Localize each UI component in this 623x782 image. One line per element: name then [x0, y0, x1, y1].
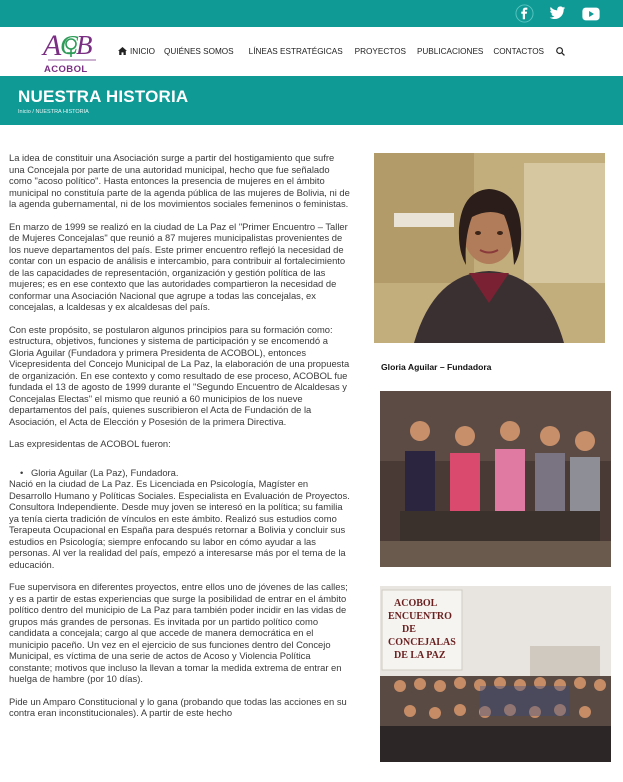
photo-caption: Gloria Aguilar – Fundadora	[381, 362, 492, 372]
facebook-icon[interactable]	[513, 2, 536, 25]
article-paragraph: En marzo de 1999 se realizó en la ciudad…	[9, 220, 348, 313]
youtube-icon[interactable]	[579, 2, 602, 25]
breadcrumb: Inicio / NUESTRA HISTORIA	[18, 109, 89, 115]
article-body: La idea de constituir una Asociación sur…	[9, 152, 351, 730]
article-paragraph: Las expresidentas de ACOBOL fueron:	[9, 438, 171, 449]
logo-wordmark: ACOBOL	[44, 64, 88, 75]
list-item-text: Gloria Aguilar (La Paz), Fundadora.	[31, 466, 179, 478]
list-item: • Gloria Aguilar (La Paz), Fundadora.	[9, 467, 351, 479]
breadcrumb-current: NUESTRA HISTORIA	[35, 109, 89, 115]
article-paragraph: Con este propósito, se postularon alguno…	[9, 323, 350, 427]
nav-label-inicio: INICIO	[130, 47, 156, 56]
breadcrumb-home[interactable]: Inicio	[18, 109, 31, 115]
bullet-icon: •	[20, 466, 24, 478]
header: A C B ACOBOL INICIO QUIÉNES SOMOS LÍNEAS…	[0, 27, 623, 76]
article-paragraph: Fue supervisora en diferentes proyectos,…	[9, 581, 348, 684]
social-links	[513, 2, 602, 25]
svg-text:DE LA PAZ: DE LA PAZ	[394, 650, 446, 661]
home-icon	[118, 47, 127, 55]
svg-text:A: A	[41, 29, 62, 62]
twitter-icon[interactable]	[546, 2, 569, 25]
svg-text:DE: DE	[402, 624, 416, 635]
search-icon[interactable]	[556, 47, 565, 56]
svg-text:CONCEJALAS: CONCEJALAS	[388, 637, 456, 648]
article-paragraph: Nació en la ciudad de La Paz. Es Licenci…	[9, 478, 350, 570]
nav-item-publicaciones[interactable]: PUBLICACIONES	[417, 47, 483, 56]
nav-item-lineas-estrategicas[interactable]: LÍNEAS ESTRATÉGICAS	[249, 47, 343, 56]
page-title-banner: NUESTRA HISTORIA Inicio / NUESTRA HISTOR…	[0, 76, 623, 125]
svg-text:B: B	[76, 30, 93, 60]
nav-item-proyectos[interactable]: PROYECTOS	[355, 47, 406, 56]
article-paragraph: Pide un Amparo Constitucional y lo gana …	[9, 695, 347, 719]
portrait-photo	[374, 153, 605, 343]
svg-text:ACOBOL: ACOBOL	[394, 598, 438, 609]
nav-item-contactos[interactable]: CONTACTOS	[493, 47, 544, 56]
top-bar	[0, 0, 623, 27]
nav-item-inicio[interactable]: INICIO	[118, 47, 155, 56]
nav-item-quienes-somos[interactable]: QUIÉNES SOMOS	[164, 47, 234, 56]
meeting-photo: ACOBOL ENCUENTRO DE CONCEJALAS DE LA PAZ	[380, 586, 611, 762]
main-navigation: INICIO QUIÉNES SOMOS LÍNEAS ESTRATÉGICAS…	[118, 47, 544, 56]
group-photo	[380, 391, 611, 567]
article-paragraph: La idea de constituir una Asociación sur…	[9, 152, 350, 209]
page-title: NUESTRA HISTORIA	[18, 87, 189, 106]
svg-text:ENCUENTRO: ENCUENTRO	[388, 611, 452, 622]
